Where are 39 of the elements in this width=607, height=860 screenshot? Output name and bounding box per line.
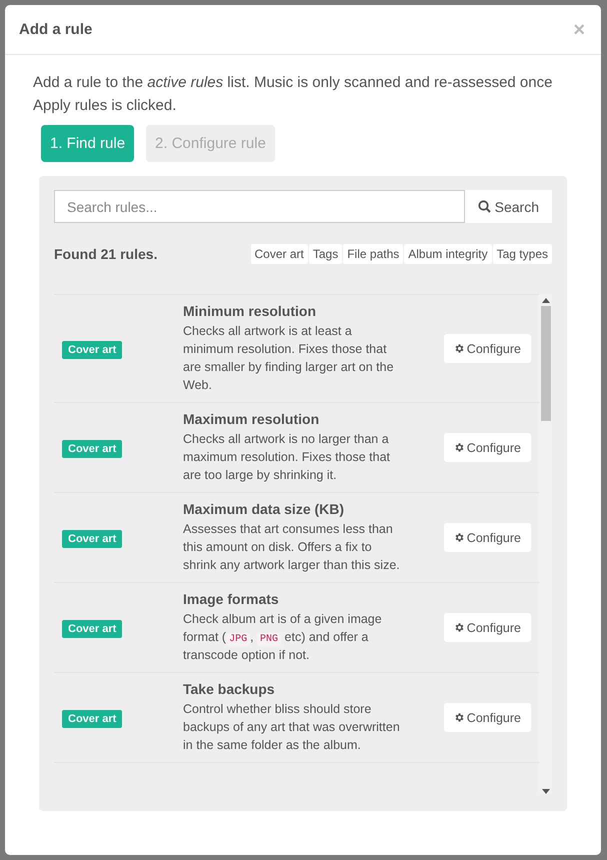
rule-description: Assesses that art consumes less than this amount on disk. Offers a fix to shrink any artwork larger than this size. [183,521,401,574]
rule-description: Control whether bliss should store backups of any art that was overwritten in the same folder as the album. [183,701,401,754]
scroll-down-icon[interactable] [542,789,550,794]
category-label: Cover art [62,620,122,638]
rule-title: Minimum resolution [183,303,317,319]
results-count: Found 21 rules. [54,246,158,262]
rule-description: Checks all artwork is at least a minimum resolution. Fixes those that are smaller by finding larger art on the Web. [183,323,395,394]
gear-icon [454,712,465,723]
scroll-up-icon[interactable] [542,298,550,303]
configure-button[interactable]: Configure [444,433,531,462]
gear-icon [454,532,465,543]
scrollbar-thumb[interactable] [540,306,550,421]
intro-text: Add a rule to the active rules list. Music is only scanned and re-assessed once Apply rules is clicked. [33,73,554,116]
rule-title: Maximum data size (KB) [183,501,346,517]
configure-button[interactable]: Configure [444,523,531,552]
filter-button[interactable]: Tag types [492,244,552,264]
rule-title: Take backups [183,681,276,697]
filter-button[interactable]: File paths [343,244,404,264]
category-label: Cover art [62,440,122,458]
rule-title: Maximum resolution [183,411,320,427]
configure-button[interactable]: Configure [444,703,531,732]
rule-title: Image formats [183,591,280,607]
configure-button[interactable]: Configure [444,613,531,642]
category-label: Cover art [62,710,122,728]
search-icon [478,200,491,213]
dialog-title: Add a rule [19,21,92,38]
filter-button[interactable]: Album integrity [404,244,492,264]
category-label: Cover art [62,340,122,358]
gear-icon [454,622,465,633]
configure-button[interactable]: Configure [444,334,531,363]
rule-description: Checks all artwork is no larger than a maximum resolution. Fixes those that are too large by shrinking it. [183,431,392,484]
gear-icon [454,442,465,453]
gear-icon [454,343,465,354]
search-button[interactable]: Search [464,190,552,223]
search-field[interactable]: Search rules... [54,190,465,223]
filter-button[interactable]: Tags [308,244,342,264]
filter-button[interactable]: Cover art [250,244,308,264]
category-label: Cover art [62,530,122,548]
rule-description: Check album art is of a given image format ( JPG , PNG etc) and offer a transcode option if not. [183,611,383,664]
